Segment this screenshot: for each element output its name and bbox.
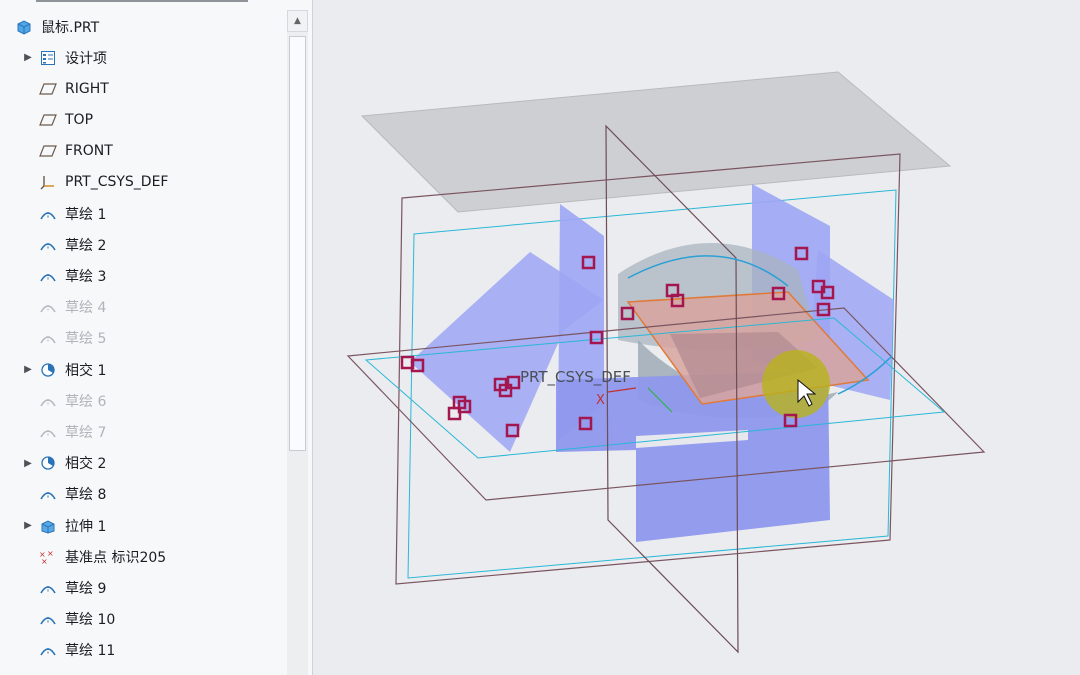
sketch-icon	[38, 329, 58, 347]
tree-item-label: 相交 2	[65, 456, 107, 473]
part-icon	[14, 18, 34, 36]
tree-header-divider	[36, 0, 248, 2]
tree-item[interactable]: ▶ 拉伸 1	[0, 510, 286, 541]
top-datum-plane[interactable]	[360, 71, 952, 213]
tree-item-label: 草绘 8	[65, 487, 107, 504]
sketch-icon	[38, 205, 58, 223]
tree-item[interactable]: × × × 基准点 标识205	[0, 541, 286, 572]
tree-item[interactable]: FRONT	[0, 136, 286, 167]
expand-arrow-icon[interactable]: ▶	[18, 520, 38, 531]
sketch-icon	[38, 423, 58, 441]
tree-item-label: 相交 1	[65, 362, 107, 379]
svg-text:×: ×	[47, 549, 54, 558]
tree-item-label: 草绘 2	[65, 237, 107, 254]
tree-item-label: 草绘 7	[65, 424, 107, 441]
tree-item[interactable]: ▶ 相交 2	[0, 448, 286, 479]
tree-item-label: 草绘 5	[65, 331, 107, 348]
tree-item-label: PRT_CSYS_DEF	[65, 174, 169, 191]
selection-highlight	[762, 350, 830, 418]
csys-x-axis-label: X	[596, 393, 605, 408]
extrude-icon	[38, 517, 58, 535]
tree-item[interactable]: 草绘 9	[0, 572, 286, 603]
sketch-icon	[38, 267, 58, 285]
tree-item-label: 草绘 11	[65, 643, 116, 660]
scroll-up-arrow-icon[interactable]: ▲	[287, 10, 308, 32]
sketch-icon	[38, 298, 58, 316]
tree-item-label: 拉伸 1	[65, 518, 107, 535]
datum-plane-icon	[38, 111, 58, 129]
sketch-icon	[38, 485, 58, 503]
expand-arrow-icon[interactable]: ▶	[18, 52, 38, 63]
csys-label: PRT_CSYS_DEF	[520, 368, 631, 387]
tree-item-label: TOP	[65, 111, 94, 128]
tree-item[interactable]: ▶ 相交 1	[0, 354, 286, 385]
datum-plane-icon	[38, 142, 58, 160]
datum-point-icon: × × ×	[38, 548, 58, 566]
tree-item[interactable]: 草绘 8	[0, 479, 286, 510]
tree-scrollbar[interactable]: ▲	[287, 10, 308, 675]
tree-item-label: 草绘 10	[65, 612, 116, 629]
tree-item[interactable]: PRT_CSYS_DEF	[0, 167, 286, 198]
tree-item-label: RIGHT	[65, 80, 109, 97]
tree-item-label: 草绘 6	[65, 393, 107, 410]
tree-item[interactable]: 草绘 2	[0, 229, 286, 260]
sketch-icon	[38, 236, 58, 254]
tree-item[interactable]: 草绘 4	[0, 292, 286, 323]
tree-item[interactable]: TOP	[0, 104, 286, 135]
tree-item-label: 草绘 9	[65, 580, 107, 597]
expand-arrow-icon[interactable]: ▶	[18, 458, 38, 469]
tree-item-label: 设计项	[65, 50, 107, 67]
tree-item-label: 草绘 3	[65, 268, 107, 285]
expand-arrow-icon[interactable]: ▶	[18, 364, 38, 375]
tree-item-label: FRONT	[65, 143, 113, 160]
intersect-icon	[38, 454, 58, 472]
tree-item[interactable]: ▶ 设计项	[0, 42, 286, 73]
datum-plane-icon	[38, 80, 58, 98]
graphics-viewport[interactable]: PRT_CSYS_DEF X	[318, 0, 1080, 675]
scrollbar-thumb[interactable]	[289, 36, 306, 451]
layers-icon	[38, 49, 58, 67]
sketch-icon	[38, 579, 58, 597]
model-tree-panel: 鼠标.PRT ▶ 设计项 RIGHT TOP FRONT PRT_CSYS_DEF 草绘 1 草…	[0, 0, 313, 675]
tree-item[interactable]: 草绘 7	[0, 416, 286, 447]
tree-item[interactable]: RIGHT	[0, 73, 286, 104]
csys-icon	[38, 173, 58, 191]
sketch-icon	[38, 610, 58, 628]
svg-text:×: ×	[41, 557, 48, 565]
tree-root-part[interactable]: 鼠标.PRT	[0, 11, 286, 42]
sketch-icon	[38, 641, 58, 659]
tree-item-label: 鼠标.PRT	[41, 19, 100, 36]
model-3d-view[interactable]: PRT_CSYS_DEF X	[318, 0, 1080, 675]
tree-item[interactable]: 草绘 3	[0, 260, 286, 291]
tree-item-label: 基准点 标识205	[65, 549, 167, 566]
tree-item[interactable]: 草绘 5	[0, 323, 286, 354]
tree-item[interactable]: 草绘 6	[0, 385, 286, 416]
tree-item[interactable]: 草绘 11	[0, 635, 286, 666]
tree-item-label: 草绘 4	[65, 300, 107, 317]
tree-item[interactable]: 草绘 10	[0, 604, 286, 635]
intersect-icon	[38, 361, 58, 379]
sketch-icon	[38, 392, 58, 410]
tree-item[interactable]: 草绘 1	[0, 198, 286, 229]
tree-item-label: 草绘 1	[65, 206, 107, 223]
